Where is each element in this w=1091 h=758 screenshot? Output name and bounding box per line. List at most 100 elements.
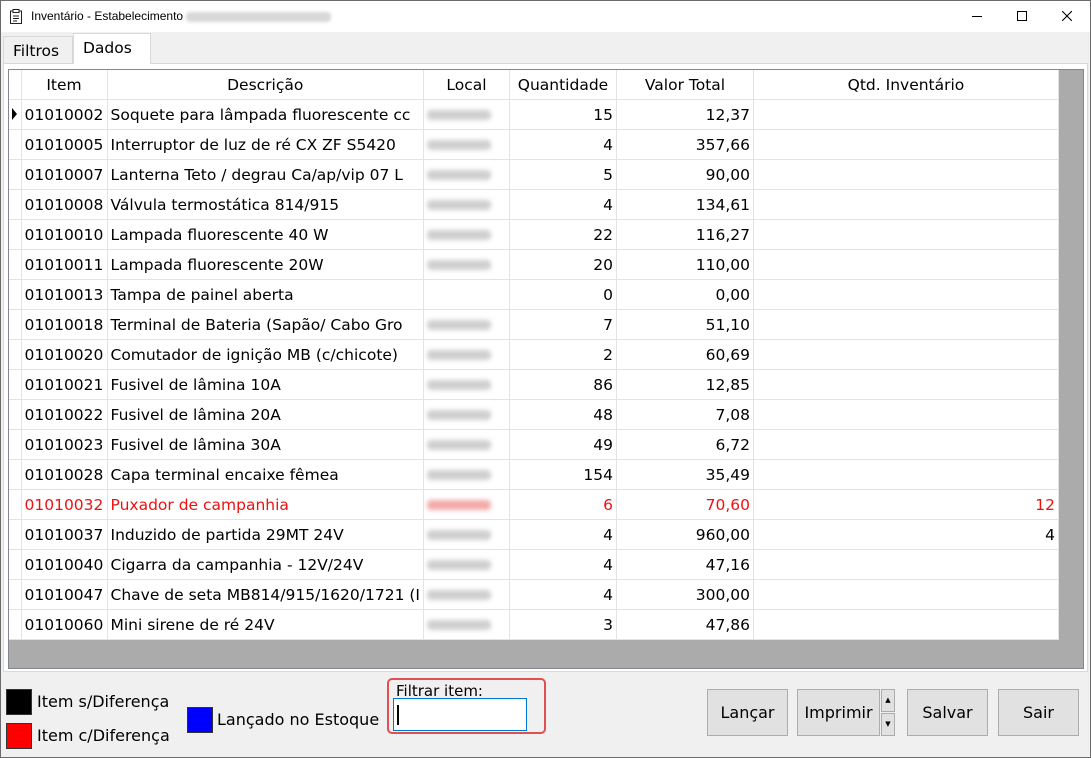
row-header[interactable] [9, 549, 22, 580]
cell-valor-total[interactable]: 960,00 [616, 519, 754, 550]
row-header[interactable] [9, 189, 22, 220]
table-row[interactable]: 01010005 Interruptor de luz de ré CX ZF S… [9, 129, 1059, 160]
cell-quantidade[interactable]: 20 [509, 249, 617, 280]
sair-button[interactable]: Sair [998, 689, 1079, 736]
cell-descricao[interactable]: Tampa de painel aberta [107, 279, 424, 310]
cell-descricao[interactable]: Fusivel de lâmina 10A [107, 369, 424, 400]
cell-valor-total[interactable]: 12,85 [616, 369, 754, 400]
cell-valor-total[interactable]: 60,69 [616, 339, 754, 370]
table-row[interactable]: 01010023 Fusivel de lâmina 30A 49 6,72 [9, 429, 1059, 460]
cell-descricao[interactable]: Induzido de partida 29MT 24V [107, 519, 424, 550]
cell-qtd-inventario[interactable] [753, 249, 1059, 280]
cell-local[interactable] [423, 249, 510, 280]
cell-quantidade[interactable]: 2 [509, 339, 617, 370]
cell-local[interactable] [423, 339, 510, 370]
cell-valor-total[interactable]: 70,60 [616, 489, 754, 520]
row-header[interactable] [9, 579, 22, 610]
cell-quantidade[interactable]: 4 [509, 189, 617, 220]
cell-local[interactable] [423, 99, 510, 130]
table-row[interactable]: 01010011 Lampada fluorescente 20W 20 110,00 [9, 249, 1059, 280]
cell-quantidade[interactable]: 4 [509, 129, 617, 160]
row-header[interactable] [9, 309, 22, 340]
table-row[interactable]: 01010013 Tampa de painel aberta 0 0,00 [9, 279, 1059, 310]
cell-descricao[interactable]: Lampada fluorescente 40 W [107, 219, 424, 250]
cell-valor-total[interactable]: 300,00 [616, 579, 754, 610]
row-header[interactable] [9, 219, 22, 250]
minimize-button[interactable] [954, 1, 1000, 32]
table-row[interactable]: 01010047 Chave de seta MB814/915/1620/172… [9, 579, 1059, 610]
cell-local[interactable] [423, 369, 510, 400]
cell-item[interactable]: 01010022 [21, 399, 108, 430]
cell-local[interactable] [423, 129, 510, 160]
table-row[interactable]: 01010018 Terminal de Bateria (Sapão/ Cabo… [9, 309, 1059, 340]
row-header[interactable] [9, 279, 22, 310]
cell-quantidade[interactable]: 0 [509, 279, 617, 310]
row-header[interactable] [9, 429, 22, 460]
cell-item[interactable]: 01010020 [21, 339, 108, 370]
row-header[interactable] [9, 159, 22, 190]
cell-local[interactable] [423, 279, 510, 310]
cell-valor-total[interactable]: 116,27 [616, 219, 754, 250]
cell-qtd-inventario[interactable] [753, 189, 1059, 220]
table-row[interactable]: 01010010 Lampada fluorescente 40 W 22 116,2… [9, 219, 1059, 250]
lancar-button[interactable]: Lançar [707, 689, 788, 736]
table-row[interactable]: 01010020 Comutador de ignição MB (c/chico… [9, 339, 1059, 370]
row-header[interactable] [9, 399, 22, 430]
table-row[interactable]: 01010028 Capa terminal encaixe fêmea 154 35… [9, 459, 1059, 490]
cell-valor-total[interactable]: 0,00 [616, 279, 754, 310]
cell-descricao[interactable]: Soquete para lâmpada fluorescente cc [107, 99, 424, 130]
cell-local[interactable] [423, 489, 510, 520]
cell-qtd-inventario[interactable]: 4 [753, 519, 1059, 550]
maximize-button[interactable] [999, 1, 1045, 32]
close-button[interactable] [1044, 1, 1090, 32]
cell-valor-total[interactable]: 110,00 [616, 249, 754, 280]
cell-descricao[interactable]: Interruptor de luz de ré CX ZF S5420 [107, 129, 424, 160]
cell-qtd-inventario[interactable]: 12 [753, 489, 1059, 520]
spin-up-button[interactable]: ▲ [881, 689, 895, 712]
filter-item-input[interactable] [393, 698, 527, 731]
cell-local[interactable] [423, 549, 510, 580]
cell-item[interactable]: 01010040 [21, 549, 108, 580]
cell-local[interactable] [423, 609, 510, 640]
row-header[interactable] [9, 369, 22, 400]
tab-dados[interactable]: Dados [73, 33, 151, 64]
column-header-descricao[interactable]: Descrição [107, 70, 424, 100]
cell-qtd-inventario[interactable] [753, 549, 1059, 580]
cell-quantidade[interactable]: 48 [509, 399, 617, 430]
cell-descricao[interactable]: Chave de seta MB814/915/1620/1721 (I [107, 579, 424, 610]
cell-valor-total[interactable]: 47,86 [616, 609, 754, 640]
cell-quantidade[interactable]: 6 [509, 489, 617, 520]
imprimir-button[interactable]: Imprimir [797, 689, 880, 736]
cell-quantidade[interactable]: 5 [509, 159, 617, 190]
cell-descricao[interactable]: Cigarra da campanhia - 12V/24V [107, 549, 424, 580]
inventory-grid[interactable]: Item Descrição Local Quantidade Valor To… [8, 69, 1084, 669]
cell-quantidade[interactable]: 86 [509, 369, 617, 400]
cell-local[interactable] [423, 429, 510, 460]
cell-quantidade[interactable]: 4 [509, 519, 617, 550]
cell-quantidade[interactable]: 4 [509, 549, 617, 580]
cell-local[interactable] [423, 219, 510, 250]
cell-qtd-inventario[interactable] [753, 369, 1059, 400]
column-header-local[interactable]: Local [423, 70, 510, 100]
table-row[interactable]: 01010022 Fusivel de lâmina 20A 48 7,08 [9, 399, 1059, 430]
cell-item[interactable]: 01010021 [21, 369, 108, 400]
table-row[interactable]: 01010040 Cigarra da campanhia - 12V/24V 4 4… [9, 549, 1059, 580]
row-header[interactable] [9, 129, 22, 160]
table-row[interactable]: 01010007 Lanterna Teto / degrau Ca/ap/vip… [9, 159, 1059, 190]
cell-descricao[interactable]: Terminal de Bateria (Sapão/ Cabo Gro [107, 309, 424, 340]
cell-qtd-inventario[interactable] [753, 99, 1059, 130]
tab-filtros[interactable]: Filtros [3, 36, 73, 63]
cell-quantidade[interactable]: 4 [509, 579, 617, 610]
cell-item[interactable]: 01010018 [21, 309, 108, 340]
cell-quantidade[interactable]: 7 [509, 309, 617, 340]
salvar-button[interactable]: Salvar [907, 689, 988, 736]
cell-item[interactable]: 01010008 [21, 189, 108, 220]
table-row[interactable]: 01010032 Puxador de campanhia 6 70,60 12 [9, 489, 1059, 520]
cell-qtd-inventario[interactable] [753, 579, 1059, 610]
row-header[interactable] [9, 519, 22, 550]
cell-descricao[interactable]: Mini sirene de ré 24V [107, 609, 424, 640]
cell-qtd-inventario[interactable] [753, 159, 1059, 190]
cell-quantidade[interactable]: 15 [509, 99, 617, 130]
table-row[interactable]: 01010021 Fusivel de lâmina 10A 86 12,85 [9, 369, 1059, 400]
cell-qtd-inventario[interactable] [753, 399, 1059, 430]
